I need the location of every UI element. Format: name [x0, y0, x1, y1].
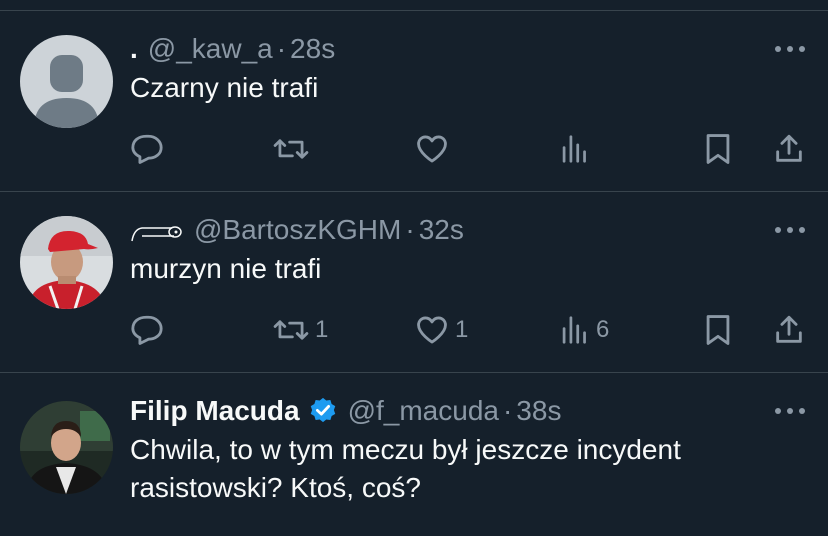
- avatar[interactable]: [20, 401, 113, 494]
- views-icon: [562, 135, 586, 163]
- retweet-button[interactable]: [273, 129, 315, 169]
- retweet-button[interactable]: 1: [273, 310, 328, 350]
- share-button[interactable]: [772, 310, 806, 350]
- tweet[interactable]: @BartoszKGHM · 32s murzyn nie trafi 1 1: [0, 191, 828, 372]
- display-name[interactable]: Filip Macuda: [130, 393, 300, 429]
- tweet-body: . @_kaw_a · 28s Czarny nie trafi: [130, 31, 808, 107]
- separator: ·: [405, 214, 415, 245]
- tweet-header: @BartoszKGHM · 32s: [130, 212, 808, 248]
- like-count: 1: [455, 316, 469, 343]
- share-button[interactable]: [772, 129, 806, 169]
- retweet-icon: [273, 139, 309, 159]
- tweet-body: Filip Macuda @f_macuda · 38s Chwila, to …: [130, 393, 808, 507]
- reply-button[interactable]: [130, 129, 170, 169]
- views-button[interactable]: [560, 129, 596, 169]
- tweet-body: @BartoszKGHM · 32s murzyn nie trafi: [130, 212, 808, 288]
- retweet-count: 1: [315, 316, 329, 343]
- tweet[interactable]: Filip Macuda @f_macuda · 38s Chwila, to …: [0, 372, 828, 536]
- timestamp[interactable]: 32s: [419, 212, 464, 248]
- more-options-icon[interactable]: [772, 399, 808, 423]
- views-icon: [562, 316, 586, 344]
- timestamp[interactable]: 28s: [290, 31, 335, 67]
- handle[interactable]: @f_macuda: [348, 393, 499, 429]
- bookmark-icon: [706, 315, 730, 345]
- tweet-header: Filip Macuda @f_macuda · 38s: [130, 393, 808, 429]
- retweet-icon: [273, 320, 309, 340]
- avatar[interactable]: [20, 216, 113, 309]
- tweet-text: murzyn nie trafi: [130, 253, 322, 284]
- more-options-icon[interactable]: [772, 218, 808, 242]
- bookmark-icon: [706, 134, 730, 164]
- tweet-header: . @_kaw_a · 28s: [130, 31, 808, 67]
- user-photo: [20, 216, 113, 309]
- tweet-text: Czarny nie trafi: [130, 72, 319, 103]
- like-button[interactable]: 1: [415, 310, 468, 350]
- heart-icon: [417, 135, 447, 163]
- separator: ·: [502, 395, 513, 426]
- bookmark-button[interactable]: [703, 129, 733, 169]
- timeline-feed: . @_kaw_a · 28s Czarny nie trafi @Bartos…: [0, 0, 828, 536]
- default-avatar-icon: [20, 35, 113, 128]
- bookmark-button[interactable]: [703, 310, 733, 350]
- reply-icon: [131, 315, 163, 345]
- ornament-icon: [131, 226, 182, 242]
- views-button[interactable]: 6: [560, 310, 609, 350]
- display-name[interactable]: .: [130, 31, 138, 67]
- tweet-text-line-2: rasistowski? Ktoś, coś?: [130, 472, 421, 503]
- handle[interactable]: @BartoszKGHM: [194, 212, 401, 248]
- like-button[interactable]: [415, 129, 455, 169]
- separator: ·: [276, 33, 287, 64]
- share-icon: [776, 134, 802, 162]
- tweet-actions: 1 1 6: [130, 310, 808, 350]
- timestamp[interactable]: 38s: [516, 393, 561, 429]
- user-photo: [20, 401, 113, 494]
- tweet-text-line-1: Chwila, to w tym meczu był jeszcze incyd…: [130, 434, 681, 465]
- handle[interactable]: @_kaw_a: [148, 31, 273, 67]
- more-options-icon[interactable]: [772, 37, 808, 61]
- tweet[interactable]: . @_kaw_a · 28s Czarny nie trafi: [0, 10, 828, 191]
- reply-button[interactable]: [130, 310, 170, 350]
- reply-icon: [131, 134, 163, 164]
- avatar[interactable]: [20, 35, 113, 128]
- heart-icon: [417, 316, 447, 344]
- share-icon: [776, 315, 802, 343]
- verified-badge-icon: [310, 397, 335, 423]
- tweet-actions: [130, 129, 808, 169]
- views-count: 6: [596, 316, 610, 343]
